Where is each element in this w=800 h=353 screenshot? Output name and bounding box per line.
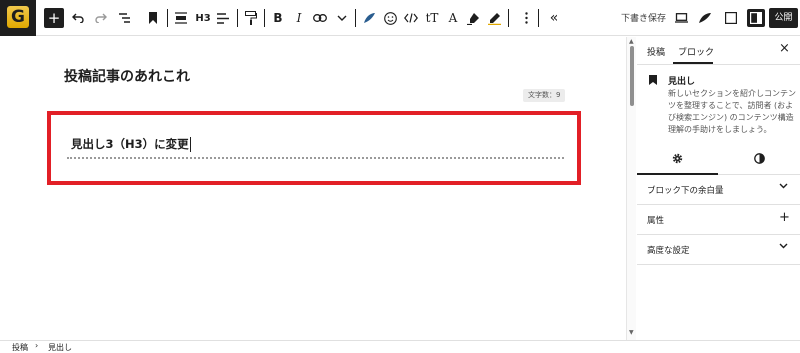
panel-bottom-margin-label: ブロック下の余白量: [647, 186, 724, 196]
bookmark-icon: [149, 12, 157, 24]
breadcrumb-item-post[interactable]: 投稿: [12, 342, 28, 353]
editor-scrollbar[interactable]: ▲ ▼: [626, 37, 636, 340]
toolbar-divider: [167, 9, 168, 27]
smiley-icon: [383, 11, 397, 25]
sidebar-right-icon: [750, 12, 762, 24]
text-size-button[interactable]: tT: [424, 8, 440, 28]
heading-level-button[interactable]: H3: [193, 8, 213, 28]
swell-format-button[interactable]: [361, 8, 377, 28]
post-title[interactable]: 投稿記事のあれこれ: [64, 66, 190, 86]
settings-sidebar: 投稿 ブロック × 見出し 新しいセクションを紹介しコンテンツを整理することで、…: [637, 37, 800, 340]
scroll-thumb[interactable]: [630, 46, 634, 106]
block-card: 見出し 新しいセクションを紹介しコンテンツを整理することで、訪問者 (および検索…: [637, 65, 800, 145]
styles-half-circle-icon[interactable]: [754, 153, 765, 164]
panel-advanced[interactable]: 高度な設定: [637, 235, 800, 265]
block-description: 新しいセクションを紹介しコンテンツを整理することで、訪問者 (および検索エンジン…: [668, 89, 796, 134]
sidebar-tabs: 投稿 ブロック ×: [637, 37, 800, 65]
block-type-button[interactable]: [145, 8, 161, 28]
chevron-down-icon[interactable]: [779, 183, 788, 189]
more-vertical-icon: [524, 12, 528, 24]
text-align-left-icon: [217, 12, 229, 24]
heading-block[interactable]: 見出し3（H3）に変更: [67, 133, 564, 159]
tab-block[interactable]: ブロック: [678, 45, 714, 58]
code-button[interactable]: [403, 8, 419, 28]
char-count-badge: 文字数：9: [523, 89, 566, 102]
breadcrumb-separator: ›: [35, 341, 39, 350]
gear-icon[interactable]: [672, 153, 683, 164]
highlighter-icon: [466, 12, 479, 25]
logo-icon: G: [7, 6, 29, 28]
align-icon: [175, 12, 187, 24]
scroll-down-icon[interactable]: ▼: [629, 329, 634, 336]
link-button[interactable]: [312, 8, 328, 28]
align-button[interactable]: [173, 8, 189, 28]
swell-bird-icon: [363, 13, 375, 23]
toolbar-divider: [237, 9, 238, 27]
italic-button[interactable]: I: [292, 8, 306, 28]
save-draft-button[interactable]: 下書き保存: [621, 11, 666, 24]
chevron-down-icon[interactable]: [779, 243, 788, 249]
active-tab-indicator: [673, 62, 713, 64]
link-icon: [313, 14, 327, 22]
toolbar-divider: [538, 9, 539, 27]
document-overview-button[interactable]: [117, 8, 133, 28]
text-color-button[interactable]: A: [446, 8, 460, 28]
scroll-up-icon[interactable]: ▲: [629, 38, 634, 45]
highlighter-button[interactable]: [465, 8, 481, 28]
marker-button[interactable]: [486, 8, 502, 28]
heading-block-icon: [649, 75, 657, 85]
editor-toolbar: G + H3 B I tT A « 下書き保存 公開: [0, 0, 800, 36]
heading-text[interactable]: 見出し3（H3）に変更: [71, 136, 189, 152]
list-view-icon: [119, 13, 130, 23]
breadcrumb: 投稿 › 見出し: [0, 340, 800, 353]
swell-bird-icon: [699, 13, 711, 23]
publish-button[interactable]: 公開: [769, 8, 798, 28]
toolbar-divider: [355, 9, 356, 27]
tab-post[interactable]: 投稿: [647, 45, 665, 58]
redo-button[interactable]: [93, 8, 109, 28]
add-block-button[interactable]: +: [44, 8, 64, 28]
paint-roller-icon: [245, 11, 257, 25]
view-toggle-button[interactable]: [723, 8, 739, 28]
plus-icon[interactable]: +: [779, 210, 790, 225]
toolbar-divider: [264, 9, 265, 27]
bold-button[interactable]: B: [271, 8, 285, 28]
marker-pen-icon: [487, 12, 501, 25]
text-align-button[interactable]: [215, 8, 231, 28]
more-formatting-button[interactable]: [335, 8, 349, 28]
block-settings-subtabs: [637, 143, 800, 175]
code-icon: [404, 13, 418, 23]
panel-advanced-label: 高度な設定: [647, 246, 690, 256]
desktop-preview-icon: [674, 13, 688, 23]
breadcrumb-item-heading[interactable]: 見出し: [48, 342, 72, 353]
panel-bottom-margin[interactable]: ブロック下の余白量: [637, 175, 800, 205]
collapse-toolbar-button[interactable]: «: [546, 8, 562, 28]
close-icon[interactable]: ×: [779, 41, 790, 56]
swell-settings-button[interactable]: [697, 8, 713, 28]
paint-roller-button[interactable]: [243, 8, 259, 28]
block-name: 見出し: [668, 77, 696, 87]
block-options-button[interactable]: [520, 8, 532, 28]
editor-canvas: 投稿記事のあれこれ 文字数：9 見出し3（H3）に変更: [0, 37, 626, 340]
chevron-down-icon: [337, 15, 347, 21]
panel-attributes-label: 属性: [647, 216, 665, 226]
undo-button[interactable]: [70, 8, 86, 28]
undo-icon: [72, 13, 84, 23]
emoji-button[interactable]: [382, 8, 398, 28]
site-logo-button[interactable]: G: [0, 0, 36, 36]
settings-sidebar-toggle[interactable]: [747, 9, 765, 27]
preview-button[interactable]: [673, 8, 689, 28]
toolbar-divider: [508, 9, 509, 27]
panel-attributes[interactable]: 属性 +: [637, 205, 800, 235]
sidebar-layout-icon: [725, 12, 737, 24]
redo-icon: [95, 13, 107, 23]
text-cursor: [190, 137, 191, 152]
